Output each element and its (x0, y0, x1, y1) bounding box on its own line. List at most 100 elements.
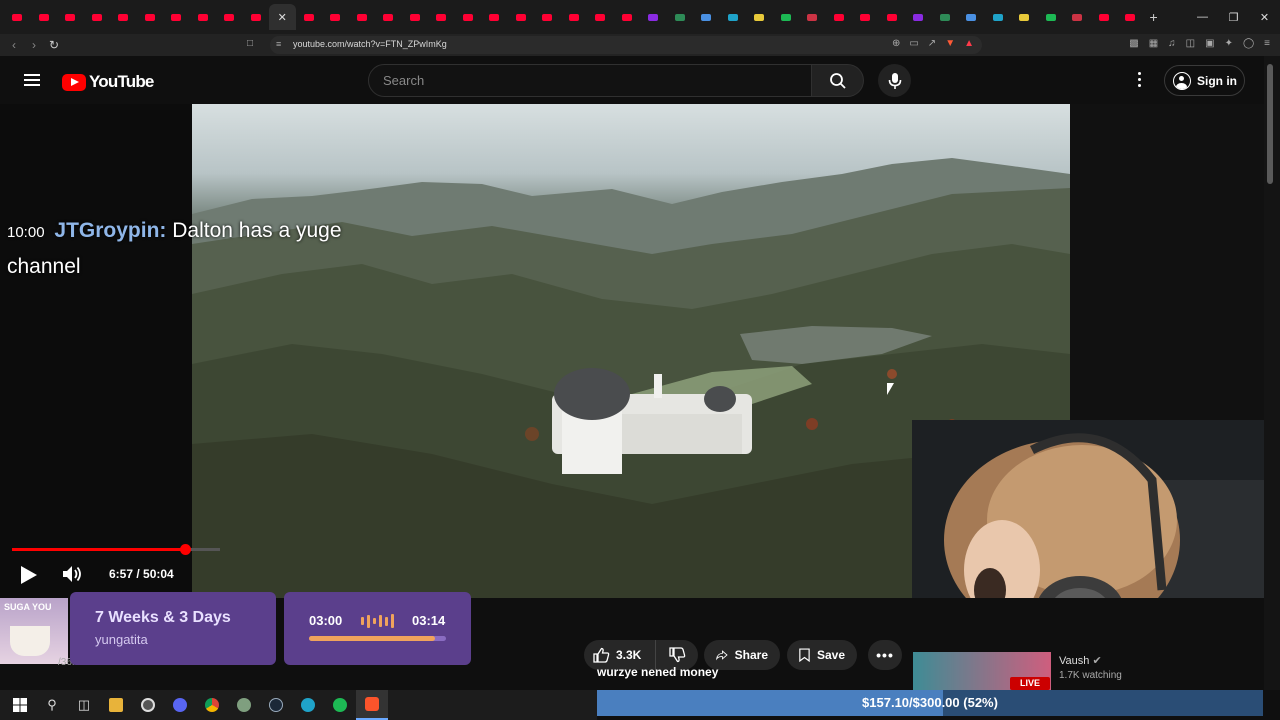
browser-tab[interactable] (349, 4, 376, 30)
browser-tab[interactable] (4, 4, 31, 30)
browser-tab[interactable] (932, 4, 959, 30)
browser-tab[interactable] (1011, 4, 1038, 30)
windows-start-icon[interactable] (4, 690, 36, 720)
discord-icon[interactable] (164, 690, 196, 720)
browser-tab[interactable] (455, 4, 482, 30)
vpn-icon[interactable]: ◯ (1243, 38, 1254, 49)
browser-tab[interactable] (958, 4, 985, 30)
video-progress-bar[interactable] (12, 544, 220, 555)
browser-tab[interactable] (375, 4, 402, 30)
file-explorer-icon[interactable] (100, 690, 132, 720)
browser-tab[interactable] (720, 4, 747, 30)
progress-scrubber[interactable] (179, 544, 191, 555)
browser-tab[interactable] (1038, 4, 1065, 30)
reload-icon[interactable]: ↻ (44, 38, 64, 52)
browser-tab[interactable] (640, 4, 667, 30)
browser-tab[interactable] (190, 4, 217, 30)
browser-tab[interactable] (534, 4, 561, 30)
browser-tab[interactable] (84, 4, 111, 30)
chrome-icon[interactable] (196, 690, 228, 720)
browser-tab[interactable] (508, 4, 535, 30)
brave-icon[interactable] (356, 690, 388, 720)
live-channel-name[interactable]: Vaush ✔ (1059, 654, 1102, 667)
steam-icon[interactable] (260, 690, 292, 720)
app-icon[interactable] (228, 690, 260, 720)
new-tab-icon[interactable]: + (1150, 9, 1158, 25)
tab-favicon-icon (38, 13, 49, 21)
close-window-icon[interactable]: ✕ (1249, 0, 1280, 34)
browser-tab[interactable] (163, 4, 190, 30)
search-button[interactable] (812, 64, 864, 97)
browser-tab[interactable] (693, 4, 720, 30)
tab-favicon-icon (12, 13, 23, 21)
browser-tab[interactable] (879, 4, 906, 30)
browser-tab[interactable] (402, 4, 429, 30)
browser-tab[interactable] (243, 4, 270, 30)
zoom-icon[interactable]: ⊕ (892, 38, 900, 49)
brave-rewards-icon[interactable]: ▲ (964, 38, 974, 49)
browser-tab[interactable] (667, 4, 694, 30)
hamburger-menu-icon[interactable] (24, 74, 40, 86)
task-view-icon[interactable]: ◫ (68, 690, 100, 720)
page-scrollbar[interactable] (1264, 56, 1280, 690)
site-info-icon[interactable]: ≡ (276, 39, 281, 49)
reader-icon[interactable]: ▦ (1149, 38, 1158, 49)
settings-kebab-icon[interactable] (1138, 72, 1141, 87)
brave-shield-icon[interactable]: ▼ (945, 38, 955, 49)
sidebar-icon[interactable]: ◫ (1186, 38, 1195, 49)
volume-icon[interactable] (62, 565, 84, 583)
browser-tab[interactable] (322, 4, 349, 30)
cast-icon[interactable]: ▭ (909, 38, 918, 49)
browser-tab[interactable] (746, 4, 773, 30)
browser-tab[interactable] (826, 4, 853, 30)
address-bar[interactable]: ≡ youtube.com/watch?v=FTN_ZPwImKg ⊕ ▭ ↗ … (270, 36, 982, 54)
voice-search-button[interactable] (878, 64, 911, 97)
wallet-icon[interactable]: ▣ (1205, 38, 1214, 49)
sign-in-button[interactable]: Sign in (1164, 65, 1245, 96)
obs-icon[interactable] (132, 690, 164, 720)
browser-tab[interactable] (1064, 4, 1091, 30)
back-icon[interactable]: ‹ (4, 38, 24, 52)
music-icon[interactable]: ♫ (1168, 38, 1176, 49)
search-box[interactable] (368, 64, 812, 97)
browser-tab[interactable] (614, 4, 641, 30)
play-icon[interactable] (21, 566, 37, 584)
more-actions-button[interactable]: ••• (868, 640, 902, 670)
menu-icon[interactable]: ≡ (1264, 38, 1270, 49)
youtube-wordmark: YouTube (89, 72, 154, 91)
leo-icon[interactable]: ✦ (1225, 38, 1233, 49)
browser-tab[interactable] (31, 4, 58, 30)
forward-icon[interactable]: › (24, 38, 44, 52)
browser-tab[interactable] (587, 4, 614, 30)
close-tab-icon[interactable]: ✕ (278, 11, 287, 24)
bookmark-icon[interactable]: □ (247, 38, 253, 49)
browser-tab-active[interactable]: ✕ (269, 4, 296, 30)
browser-tab[interactable] (561, 4, 588, 30)
browser-tab[interactable] (1117, 4, 1144, 30)
browser-tab[interactable] (905, 4, 932, 30)
channel-avatar[interactable]: SUGA YOU (0, 598, 68, 664)
browser-tab[interactable] (296, 4, 323, 30)
youtube-logo[interactable]: YouTube (62, 72, 154, 92)
browser-tab[interactable] (216, 4, 243, 30)
minimize-icon[interactable]: — (1187, 0, 1218, 34)
browser-tab[interactable] (773, 4, 800, 30)
browser-tab[interactable] (1091, 4, 1118, 30)
browser-tab[interactable] (799, 4, 826, 30)
share-page-icon[interactable]: ↗ (928, 38, 936, 49)
browser-tab[interactable] (57, 4, 84, 30)
spotify-icon[interactable] (324, 690, 356, 720)
browser-tab[interactable] (428, 4, 455, 30)
taskbar-search-icon[interactable]: ⚲ (36, 690, 68, 720)
browser-tab[interactable] (137, 4, 164, 30)
extension-icon[interactable]: ▩ (1129, 38, 1138, 49)
browser-tab[interactable] (852, 4, 879, 30)
browser-tab[interactable] (110, 4, 137, 30)
save-button[interactable]: Save (787, 640, 857, 670)
search-input[interactable] (383, 73, 783, 88)
browser-tab[interactable] (481, 4, 508, 30)
restore-icon[interactable]: ❐ (1218, 0, 1249, 34)
edge-icon[interactable] (292, 690, 324, 720)
browser-tab[interactable] (985, 4, 1012, 30)
scrollbar-thumb[interactable] (1267, 64, 1273, 184)
